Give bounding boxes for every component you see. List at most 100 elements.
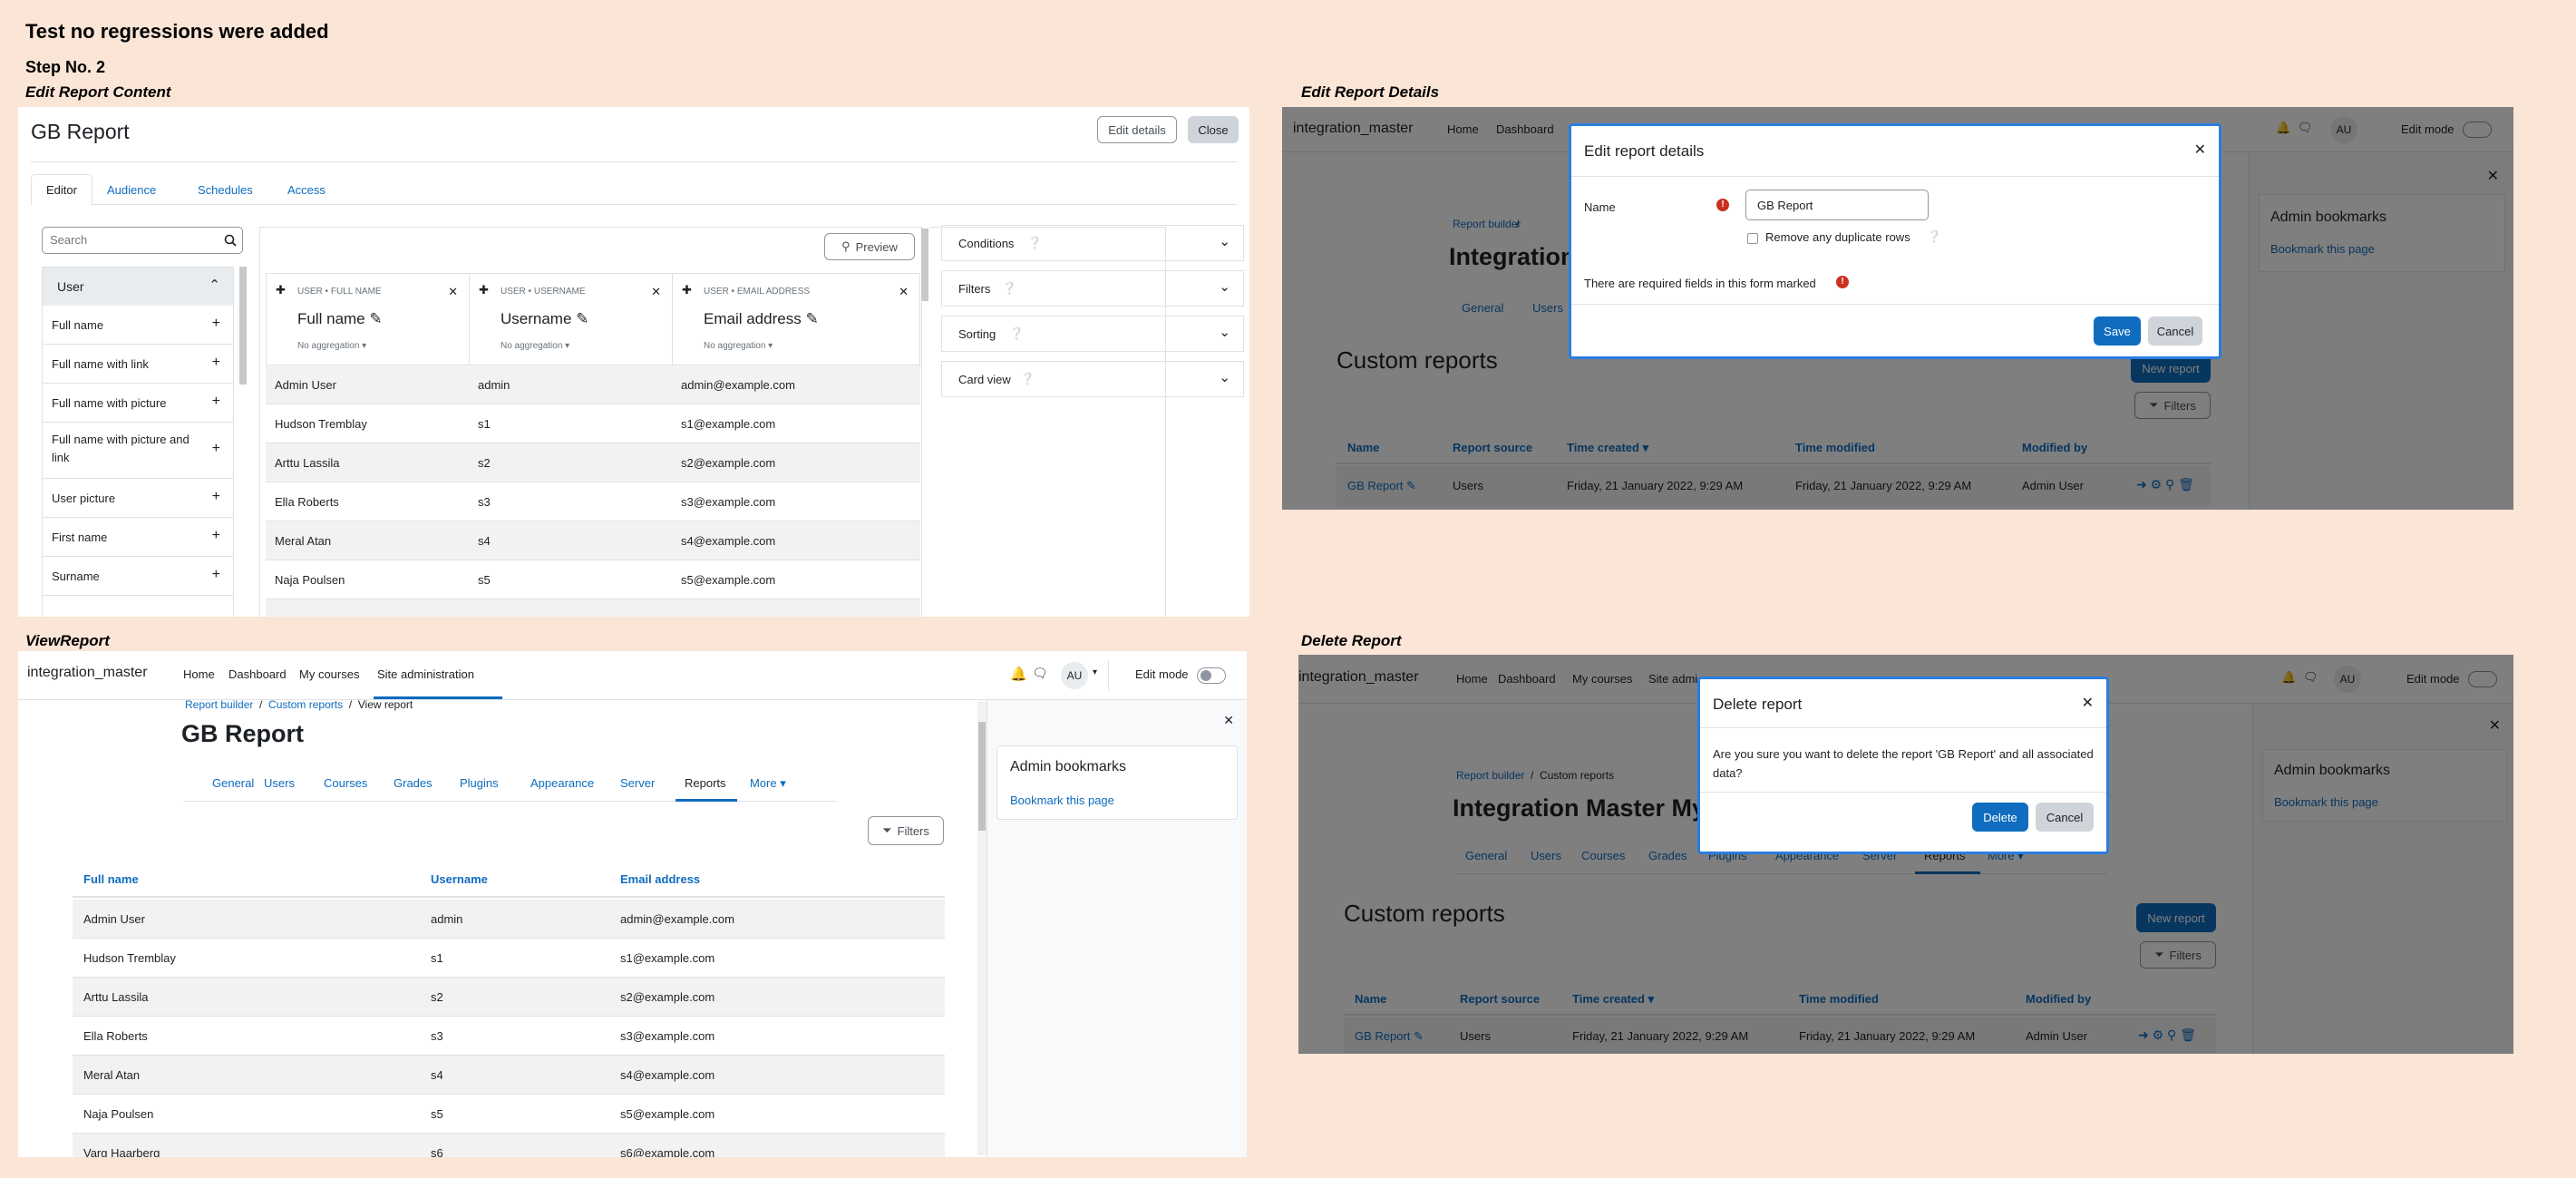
field-item[interactable]: Full name with picture +: [43, 384, 233, 423]
modal-body: Are you sure you want to delete the repo…: [1713, 747, 2094, 780]
preview-button[interactable]: ⚲ Preview: [824, 233, 915, 260]
tab-appearance[interactable]: Appearance: [530, 776, 594, 790]
column-header-username[interactable]: ✚ USER • USERNAME ✕ Username ✎ No aggreg…: [470, 274, 673, 365]
close-button[interactable]: Close: [1188, 116, 1239, 143]
checkbox-label: Remove any duplicate rows: [1765, 230, 1910, 244]
card-sorting[interactable]: Sorting ❔ ⌄: [941, 316, 1244, 352]
move-icon: ✚: [479, 283, 489, 297]
caption-edit-details: Edit Report Details: [1301, 83, 1440, 101]
plus-icon: +: [211, 394, 220, 409]
tab-grades[interactable]: Grades: [394, 776, 433, 790]
close-icon[interactable]: ✕: [2082, 694, 2094, 712]
cancel-button[interactable]: Cancel: [2036, 803, 2094, 832]
plus-icon: +: [211, 567, 220, 582]
field-item[interactable]: Surname +: [43, 557, 233, 596]
block-drawer: ✕ Admin bookmarks Bookmark this page: [987, 700, 1247, 1157]
tab-courses[interactable]: Courses: [324, 776, 367, 790]
table-row: Arttu Lassila s2 s2@example.com: [266, 443, 920, 482]
remove-duplicates-checkbox[interactable]: [1747, 233, 1758, 244]
pencil-icon: ✎: [805, 310, 819, 327]
field-item[interactable]: User picture +: [43, 479, 233, 518]
table-row: Naja Poulsen s5 s5@example.com: [266, 560, 920, 599]
search-input[interactable]: [50, 228, 213, 251]
site-brand[interactable]: integration_master: [27, 665, 148, 681]
delete-button[interactable]: Delete: [1972, 803, 2028, 832]
tab-plugins[interactable]: Plugins: [460, 776, 499, 790]
close-icon: ✕: [899, 285, 909, 298]
page-scrollbar[interactable]: [977, 702, 987, 1155]
sort-username[interactable]: Username: [431, 872, 488, 886]
nav-my-courses[interactable]: My courses: [299, 667, 359, 681]
tab-more[interactable]: More ▾: [750, 776, 786, 791]
card-card-view[interactable]: Card view ❔ ⌄: [941, 361, 1244, 397]
help-icon: ❔: [1020, 372, 1035, 385]
admin-bookmarks-block: Admin bookmarks Bookmark this page: [996, 745, 1238, 820]
search-icon: ⚲: [841, 239, 851, 253]
caption-view-report: ViewReport: [25, 632, 110, 649]
page-title: GB Report: [31, 120, 130, 143]
table-row: Meral Atan s4 s4@example.com: [73, 1056, 945, 1095]
bookmark-link[interactable]: Bookmark this page: [1010, 793, 1114, 807]
top-navbar: integration_master Home Dashboard My cou…: [18, 651, 1247, 700]
group-user[interactable]: User ⌃: [43, 268, 233, 306]
tab-schedules[interactable]: Schedules: [198, 183, 253, 197]
field-item[interactable]: Full name with link +: [43, 345, 233, 384]
close-icon[interactable]: ✕: [2194, 141, 2206, 159]
move-icon: ✚: [276, 283, 286, 297]
required-icon: !: [1716, 199, 1729, 211]
editor-scrollbar[interactable]: [921, 229, 928, 301]
sidebar-scrollbar[interactable]: [239, 267, 247, 385]
field-item[interactable]: Full name with picture and link +: [43, 423, 233, 479]
filter-icon: ⏷: [882, 823, 892, 837]
save-button[interactable]: Save: [2094, 316, 2141, 346]
table-row: Varg Haarberg s6 s6@example.com: [73, 1134, 945, 1157]
table-row: Meral Atan s4 s4@example.com: [266, 521, 920, 560]
chevron-down-icon: ⌄: [1219, 234, 1230, 249]
field-item[interactable]: First name +: [43, 518, 233, 557]
tab-editor[interactable]: Editor: [31, 174, 92, 206]
chevron-down-icon: ⌄: [1219, 325, 1230, 340]
name-input[interactable]: GB Report: [1745, 190, 1929, 220]
bell-icon[interactable]: 🔔: [1010, 666, 1027, 682]
tab-access[interactable]: Access: [287, 183, 326, 197]
page-title: GB Report: [181, 720, 304, 747]
avatar[interactable]: AU: [1061, 662, 1088, 689]
sort-full-name[interactable]: Full name: [83, 872, 139, 886]
card-conditions[interactable]: Conditions ❔ ⌄: [941, 225, 1244, 261]
filters-button[interactable]: ⏷Filters: [868, 816, 944, 845]
nav-site-administration[interactable]: Site administration: [377, 667, 474, 681]
move-icon: ✚: [682, 283, 692, 297]
tab-server[interactable]: Server: [620, 776, 655, 790]
column-header-email[interactable]: ✚ USER • EMAIL ADDRESS ✕ Email address ✎…: [673, 274, 919, 365]
card-filters[interactable]: Filters ❔ ⌄: [941, 270, 1244, 307]
report-rows: Admin User admin admin@example.com Hudson …: [266, 365, 920, 617]
plus-icon: +: [211, 489, 220, 504]
editor-tabs: Editor Audience Schedules Access: [31, 174, 1237, 206]
nav-home[interactable]: Home: [183, 667, 215, 681]
close-icon: ✕: [448, 285, 458, 298]
column-header-full-name[interactable]: ✚ USER • FULL NAME ✕ Full name ✎ No aggr…: [267, 274, 470, 365]
cancel-button[interactable]: Cancel: [2148, 316, 2202, 346]
chat-icon[interactable]: 🗨: [1032, 666, 1048, 681]
nav-dashboard[interactable]: Dashboard: [228, 667, 287, 681]
help-icon: ❔: [1002, 281, 1017, 295]
required-note: There are required fields in this form m…: [1584, 277, 1816, 290]
table-row: [266, 599, 920, 617]
search-field[interactable]: [42, 227, 243, 254]
step-label: Step No. 2: [25, 58, 106, 76]
close-icon[interactable]: ✕: [1223, 713, 1234, 728]
chevron-down-icon: ▾: [1093, 667, 1098, 677]
edit-mode-toggle[interactable]: [1197, 667, 1226, 684]
sort-email[interactable]: Email address: [620, 872, 700, 886]
tab-reports[interactable]: Reports: [685, 776, 726, 790]
modal-title: Delete report: [1713, 696, 1803, 713]
column-header-row: ✚ USER • FULL NAME ✕ Full name ✎ No aggr…: [266, 273, 920, 365]
edit-details-button[interactable]: Edit details: [1097, 116, 1177, 143]
help-icon: ❔: [1009, 326, 1025, 340]
help-icon[interactable]: ❔: [1927, 229, 1941, 244]
search-icon[interactable]: [224, 234, 237, 247]
field-item[interactable]: Full name +: [43, 306, 233, 345]
tab-general[interactable]: General: [212, 776, 254, 790]
tab-users[interactable]: Users: [264, 776, 295, 790]
tab-audience[interactable]: Audience: [107, 183, 156, 197]
